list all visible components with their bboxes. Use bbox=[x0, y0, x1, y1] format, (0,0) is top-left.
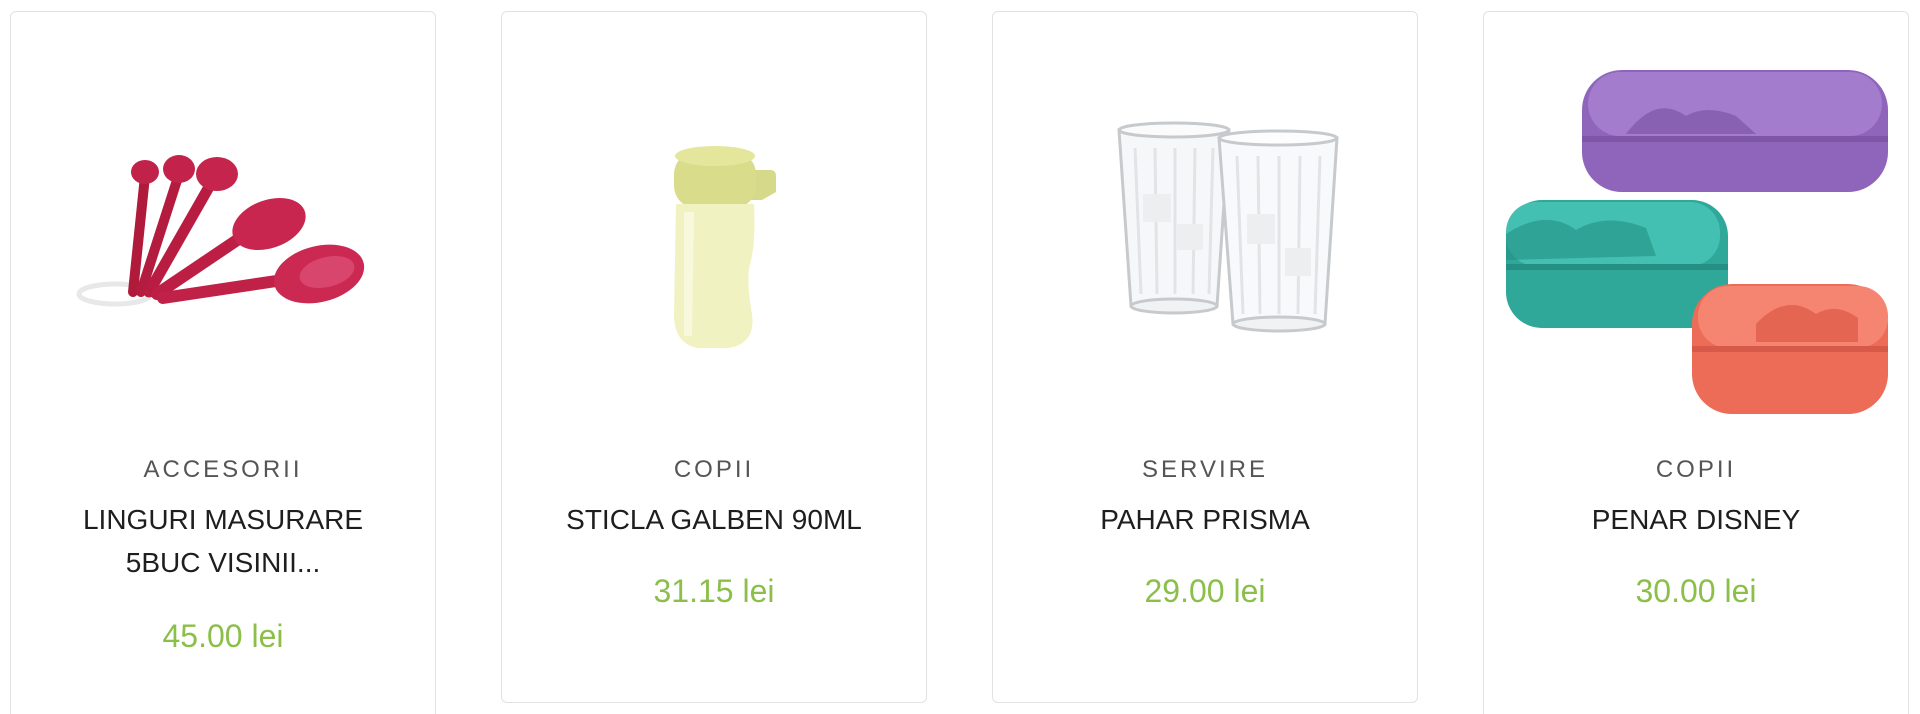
product-price: 30.00 lei bbox=[1635, 573, 1757, 609]
product-image-glasses[interactable] bbox=[1015, 24, 1397, 424]
product-category: SERVIRE bbox=[1142, 456, 1268, 483]
product-price: 31.15 lei bbox=[653, 573, 775, 609]
product-price: 29.00 lei bbox=[1144, 573, 1266, 609]
product-category: COPII bbox=[1655, 456, 1737, 483]
glasses-icon bbox=[1117, 121, 1339, 333]
product-image-measuring-spoons[interactable] bbox=[33, 24, 415, 424]
product-grid: ACCESORII LINGURI MASURARE 5BUC VISINII.… bbox=[0, 0, 1920, 714]
product-name[interactable]: PAHAR PRISMA bbox=[1033, 498, 1377, 541]
product-card[interactable]: COPII STICLA GALBEN 90ML 31.15 lei bbox=[501, 11, 927, 703]
product-card[interactable]: COPII PENAR DISNEY 30.00 lei bbox=[1483, 11, 1909, 714]
product-name[interactable]: STICLA GALBEN 90ML bbox=[542, 498, 886, 541]
product-card[interactable]: SERVIRE PAHAR PRISMA 29.00 lei bbox=[992, 11, 1418, 703]
product-name[interactable]: LINGURI MASURARE 5BUC VISINII... bbox=[51, 498, 395, 584]
product-category: COPII bbox=[673, 456, 755, 483]
bottle-icon bbox=[674, 146, 776, 348]
product-image-yellow-bottle[interactable] bbox=[524, 24, 906, 424]
pencil-cases-icon bbox=[1506, 70, 1888, 414]
product-card[interactable]: ACCESORII LINGURI MASURARE 5BUC VISINII.… bbox=[10, 11, 436, 714]
product-price: 45.00 lei bbox=[162, 618, 284, 654]
measuring-spoons-icon bbox=[76, 155, 365, 307]
product-name[interactable]: PENAR DISNEY bbox=[1524, 498, 1868, 541]
product-category: ACCESORII bbox=[143, 456, 303, 483]
product-image-pencil-cases[interactable] bbox=[1506, 24, 1888, 424]
